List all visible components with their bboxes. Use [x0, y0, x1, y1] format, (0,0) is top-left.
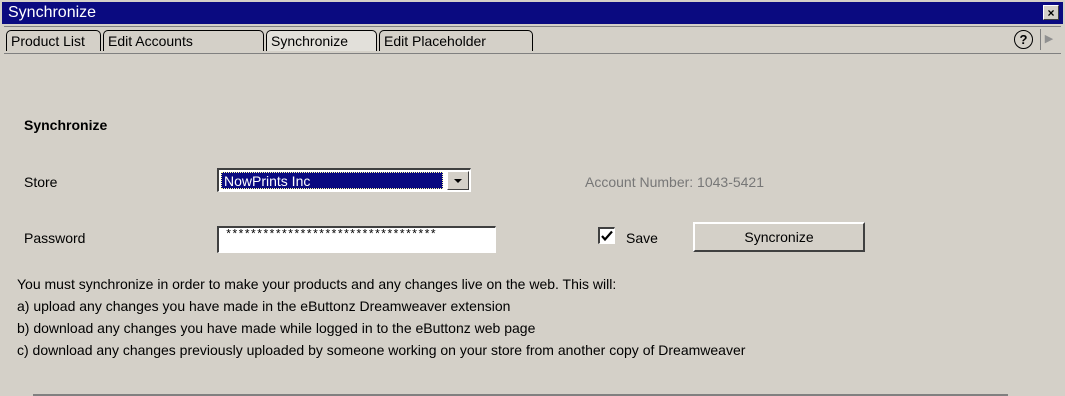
- tab-synchronize[interactable]: Synchronize: [266, 30, 377, 51]
- section-title: Synchronize: [24, 117, 108, 133]
- store-label: Store: [24, 174, 58, 190]
- store-selected-value: NowPrints Inc: [221, 172, 443, 189]
- help-icon[interactable]: ?: [1014, 30, 1033, 49]
- info-text-line: c) download any changes previously uploa…: [17, 342, 746, 358]
- tab-edit-placeholder[interactable]: Edit Placeholder: [379, 30, 533, 51]
- password-field[interactable]: **********************************: [217, 226, 496, 253]
- tab-edit-accounts[interactable]: Edit Accounts: [103, 30, 264, 51]
- account-number: Account Number: 1043-5421: [585, 174, 764, 190]
- info-text-line: You must synchronize in order to make yo…: [17, 276, 617, 292]
- synchronize-button[interactable]: Syncronize: [693, 222, 865, 252]
- scroll-right-icon[interactable]: ▶: [1040, 29, 1057, 50]
- synchronize-window: Synchronize × Product List Edit Accounts…: [0, 0, 1065, 396]
- tab-product-list[interactable]: Product List: [6, 30, 101, 51]
- store-select[interactable]: NowPrints Inc: [217, 168, 471, 192]
- title-bar: Synchronize ×: [2, 2, 1063, 24]
- password-label: Password: [24, 230, 86, 246]
- checkmark-icon: [601, 230, 613, 242]
- window-title: Synchronize: [8, 4, 97, 21]
- save-label: Save: [626, 230, 658, 246]
- tab-bar: Product List Edit Accounts Synchronize E…: [4, 26, 1061, 54]
- info-text-line: b) download any changes you have made wh…: [17, 320, 536, 336]
- close-icon[interactable]: ×: [1043, 5, 1059, 20]
- info-text-line: a) upload any changes you have made in t…: [17, 298, 511, 314]
- chevron-down-icon[interactable]: [447, 171, 469, 190]
- save-checkbox[interactable]: [598, 227, 615, 244]
